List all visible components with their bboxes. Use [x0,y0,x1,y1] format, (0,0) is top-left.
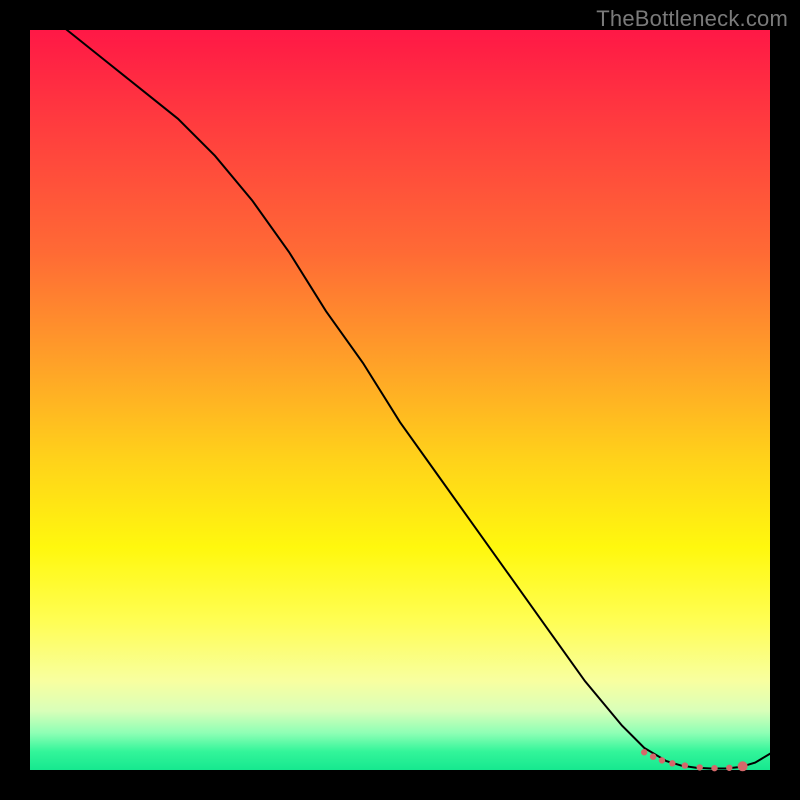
dot [738,761,748,771]
dot [682,762,688,768]
dot [650,753,656,759]
dot [697,764,703,770]
chart-frame: TheBottleneck.com [0,0,800,800]
dot [669,760,675,766]
dot [659,757,665,763]
dot [726,765,732,771]
watermark-text: TheBottleneck.com [596,6,788,32]
dot [641,749,647,755]
dot [711,765,717,771]
curve-line [30,0,770,768]
chart-overlay [30,30,770,770]
